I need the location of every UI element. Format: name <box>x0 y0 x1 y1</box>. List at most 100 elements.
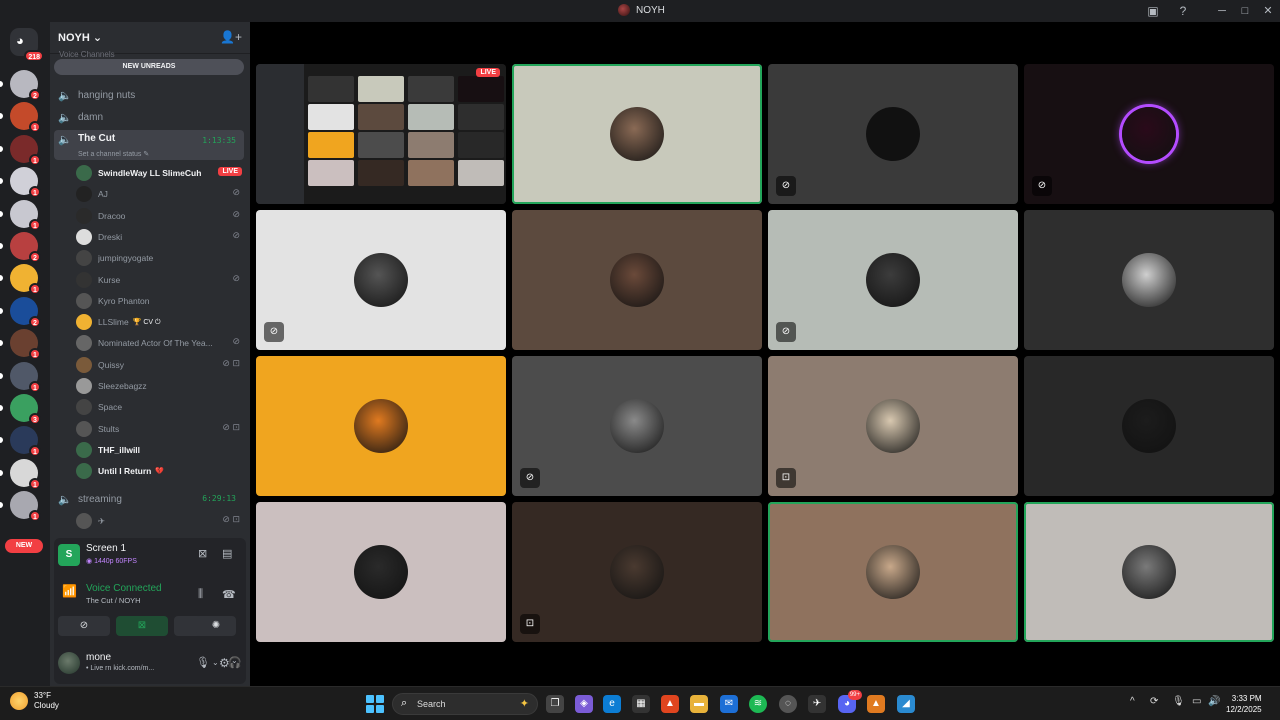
server-icon-13[interactable]: 1 <box>10 491 41 523</box>
server-icon-11[interactable]: 1 <box>10 426 41 458</box>
participant-tile[interactable]: ⊘ <box>1024 64 1274 204</box>
server-icon-3[interactable]: 1 <box>10 167 41 199</box>
participant-tile[interactable]: ⊘ <box>768 210 1018 350</box>
voice-status[interactable]: Voice Connected <box>86 583 162 594</box>
volume-icon[interactable]: 🔊 <box>1208 696 1220 707</box>
voice-member[interactable]: jumpingyogate <box>76 248 244 268</box>
voice-member[interactable]: Until I Return 💔 <box>76 461 244 481</box>
noise-suppression-icon[interactable]: ⫼ <box>198 588 203 601</box>
username[interactable]: mone <box>86 652 111 663</box>
weather-widget[interactable]: 33°F Cloudy <box>10 691 59 711</box>
stream-settings-icon[interactable]: ▤ <box>222 547 232 560</box>
microphone-icon[interactable]: 🎙 <box>196 656 210 669</box>
voice-channel-damn[interactable]: 🔈 damn <box>54 107 244 127</box>
spotify-icon[interactable]: ≋ <box>749 695 767 713</box>
task-view-icon[interactable]: ❐ <box>546 695 564 713</box>
voice-member[interactable]: Stults ⊘ ⊡ <box>76 419 244 439</box>
settings-gear-icon[interactable]: ⚙ <box>219 656 230 670</box>
server-icon-2[interactable]: 1 <box>10 134 41 166</box>
voice-member[interactable]: Sleezebagzz <box>76 376 244 396</box>
voice-member[interactable]: Dracoo ⊘ <box>76 206 244 226</box>
taskbar-search[interactable]: ⌕ Search ✦ <box>392 693 538 715</box>
disconnect-icon[interactable]: ☎ <box>222 588 236 601</box>
server-icon-8[interactable]: 1 <box>10 329 41 361</box>
network-icon[interactable]: ▭ <box>1192 696 1201 707</box>
streaming-member[interactable]: ✈ ⊘ ⊡ <box>76 511 244 531</box>
voice-channel-the-cut[interactable]: 🔈 The Cut 1:13:35 Set a channel status ✎ <box>54 130 244 160</box>
server-icon-12[interactable]: 1 <box>10 458 41 490</box>
app-icon[interactable]: ◢ <box>897 695 915 713</box>
participant-tile[interactable]: ⊡ <box>512 502 762 642</box>
voice-member[interactable]: AJ ⊘ <box>76 184 244 204</box>
soundboard-button[interactable]: ✺ <box>196 616 236 636</box>
voice-member[interactable]: Quissy ⊘ ⊡ <box>76 355 244 375</box>
app-icon[interactable]: ▲ <box>867 695 885 713</box>
new-servers-badge[interactable]: NEW <box>5 539 43 553</box>
start-button[interactable] <box>366 695 384 713</box>
channel-status[interactable]: Set a channel status ✎ <box>78 150 149 158</box>
server-icon-4[interactable]: 1 <box>10 199 41 231</box>
voice-member[interactable]: LLSlime 🏆 CV ⏻ <box>76 312 244 332</box>
participant-tile[interactable]: ⊡ <box>768 356 1018 496</box>
voice-member[interactable]: Dreski ⊘ <box>76 227 244 247</box>
chevron-down-icon[interactable]: ⌄ <box>212 658 219 667</box>
clock[interactable]: 3:33 PM 12/2/2025 <box>1226 693 1262 715</box>
voice-member[interactable]: Kyro Phanton <box>76 291 244 311</box>
store-icon[interactable]: ▦ <box>632 695 650 713</box>
inbox-icon[interactable]: ▣ <box>1145 3 1161 19</box>
participant-tile[interactable]: ⊘ <box>768 64 1018 204</box>
participant-tile[interactable] <box>1024 210 1274 350</box>
participant-tile[interactable] <box>256 356 506 496</box>
participant-tile[interactable] <box>256 502 506 642</box>
file-explorer-icon[interactable]: ▬ <box>690 695 708 713</box>
close-button[interactable]: ✕ <box>1258 2 1278 20</box>
help-icon[interactable]: ? <box>1175 3 1191 19</box>
voice-channel-streaming[interactable]: 🔈 streaming 6:29:13 <box>54 489 244 509</box>
new-unreads-pill[interactable]: NEW UNREADS <box>54 59 244 75</box>
tray-overflow-icon[interactable]: ^ <box>1130 696 1135 707</box>
edge-icon[interactable]: e <box>603 695 621 713</box>
app-icon[interactable]: ◌ <box>779 695 797 713</box>
screen-share-button[interactable]: ⊠ <box>116 616 168 636</box>
server-badge: 1 <box>29 218 41 231</box>
voice-channel-hanging-nuts[interactable]: 🔈 hanging nuts <box>54 85 244 105</box>
camera-button[interactable]: ⊘ <box>58 616 110 636</box>
server-badge: 1 <box>29 283 41 296</box>
app-icon[interactable]: ✈ <box>808 695 826 713</box>
copilot-icon[interactable]: ◈ <box>575 695 593 713</box>
home-button[interactable]: ◕ 218 <box>10 28 44 62</box>
brave-icon[interactable]: ▲ <box>661 695 679 713</box>
maximize-button[interactable]: □ <box>1235 2 1255 20</box>
participant-tile[interactable] <box>1024 502 1274 642</box>
server-icon-6[interactable]: 1 <box>10 264 41 296</box>
stop-stream-icon[interactable]: ⊠ <box>198 547 207 560</box>
server-icon-5[interactable]: 2 <box>10 232 41 263</box>
voice-member[interactable]: Kurse ⊘ <box>76 270 244 290</box>
invite-icon[interactable]: 👤+ <box>220 30 242 44</box>
screen-share-tile[interactable]: LIVE <box>256 64 506 204</box>
voice-member[interactable]: Nominated Actor Of The Yea... ⊘ <box>76 333 244 353</box>
server-icon-9[interactable]: 1 <box>10 361 41 393</box>
date: 12/2/2025 <box>1226 705 1262 714</box>
minimize-button[interactable]: ─ <box>1212 2 1232 20</box>
participant-tile[interactable] <box>768 502 1018 642</box>
participant-tile[interactable] <box>512 210 762 350</box>
participant-tile[interactable] <box>512 64 762 204</box>
server-icon-0[interactable]: 2 <box>10 70 41 101</box>
voice-location[interactable]: The Cut / NOYH <box>86 596 141 605</box>
participant-tile[interactable]: ⊘ <box>512 356 762 496</box>
server-icon-1[interactable]: 1 <box>10 102 41 134</box>
participant-tile[interactable] <box>1024 356 1274 496</box>
voice-member[interactable]: SwindleWay LL SlimeCuh LIVE <box>76 163 244 183</box>
server-icon-7[interactable]: 2 <box>10 296 41 328</box>
chevron-down-icon[interactable]: ⌄ <box>231 656 238 665</box>
server-icon-10[interactable]: 3 <box>10 394 41 425</box>
user-avatar[interactable] <box>58 652 80 674</box>
voice-member[interactable]: Space <box>76 397 244 417</box>
discord-taskbar-icon[interactable]: ◕ 99+ <box>838 690 862 713</box>
sync-icon[interactable]: ⟳ <box>1150 696 1158 707</box>
participant-tile[interactable]: ⊘ <box>256 210 506 350</box>
voice-member[interactable]: THF_illwill <box>76 440 244 460</box>
outlook-icon[interactable]: ✉ <box>720 695 738 713</box>
microphone-tray-icon[interactable]: 🎙 <box>1172 696 1185 707</box>
